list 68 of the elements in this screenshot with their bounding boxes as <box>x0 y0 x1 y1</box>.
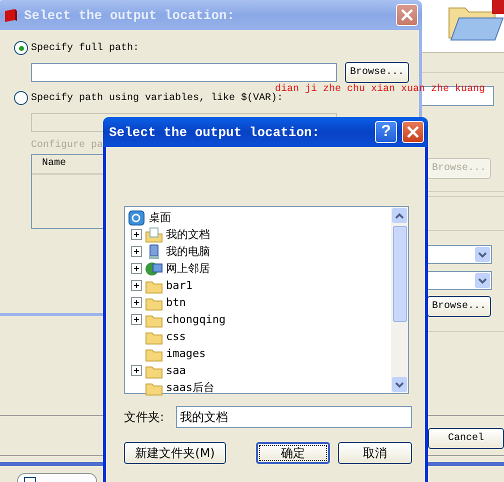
scrollbar[interactable] <box>391 207 408 393</box>
option-label: Specify full path: <box>31 42 140 54</box>
configure-label: Configure pa <box>31 140 104 151</box>
dialog-button[interactable]: 确定 <box>256 442 330 464</box>
expand-button[interactable] <box>131 297 142 308</box>
help-button[interactable]: ? <box>375 121 397 143</box>
expand-button[interactable] <box>131 280 142 291</box>
tree-label: 我的电脑 <box>166 244 210 259</box>
expand-button[interactable] <box>131 229 142 240</box>
browse-button[interactable]: Browse... <box>345 62 409 83</box>
tree-item[interactable]: saas后台 <box>128 379 226 396</box>
tree-item[interactable]: saa <box>128 362 226 379</box>
tree-item[interactable]: bar1 <box>128 277 226 294</box>
tree-item[interactable]: 我的电脑 <box>128 243 226 260</box>
desktop-icon <box>128 210 146 226</box>
documents-icon <box>145 226 163 242</box>
tree-label: btn <box>166 296 186 309</box>
plus-icon <box>132 315 141 324</box>
folder-label: 文件夹: <box>124 408 166 426</box>
tree-item[interactable]: 我的文档 <box>128 226 226 243</box>
plus-icon <box>132 230 141 239</box>
tree-label: chongqing <box>166 313 226 326</box>
tree-label: images <box>166 347 206 360</box>
tree-label: saa <box>166 364 186 377</box>
annotation-text: dian ji zhe chu xian xuan zhe kuang <box>275 84 486 95</box>
plus-icon <box>132 298 141 307</box>
dialog-button[interactable]: 新建文件夹(M) <box>124 442 226 464</box>
window-title: Select the output location: <box>109 124 321 140</box>
chevron-down-icon <box>478 278 487 284</box>
tree-label: bar1 <box>166 279 192 292</box>
expand-button[interactable] <box>131 365 142 376</box>
close-button[interactable] <box>402 121 424 143</box>
radio-button[interactable] <box>14 41 28 55</box>
expand-button[interactable] <box>131 263 142 274</box>
close-icon <box>406 125 420 139</box>
scroll-thumb[interactable] <box>392 226 406 322</box>
folder-field[interactable]: 我的文档 <box>176 406 412 428</box>
dialog-button[interactable]: 取消 <box>338 442 412 464</box>
tree-item[interactable]: 桌面 <box>128 209 226 226</box>
cube-icon <box>3 7 19 23</box>
chevron-down-icon <box>478 252 487 258</box>
radio-button[interactable] <box>14 91 28 105</box>
option-label: Specify path using variables, like $(VAR): <box>31 92 284 104</box>
folder-drawing <box>446 0 504 42</box>
tree-item[interactable]: btn <box>128 294 226 311</box>
browse-button[interactable]: Browse... <box>427 296 491 317</box>
plus-icon <box>132 247 141 256</box>
chevron-down-icon <box>395 382 404 388</box>
chevron-up-icon <box>395 212 404 218</box>
path-field[interactable] <box>31 63 337 82</box>
tree-item[interactable]: css <box>128 328 226 345</box>
plus-icon <box>132 264 141 273</box>
expand-button[interactable] <box>131 246 142 257</box>
network-icon <box>145 260 163 276</box>
tree-item[interactable]: images <box>128 345 226 362</box>
plus-icon <box>132 281 141 290</box>
cancel-button[interactable]: Cancel <box>428 428 504 449</box>
window-title: Select the output location: <box>24 8 236 22</box>
tree-label: css <box>166 330 186 343</box>
tree-item[interactable]: chongqing <box>128 311 226 328</box>
tree-label: 桌面 <box>149 210 171 225</box>
close-icon <box>400 8 414 22</box>
tree-label: 我的文档 <box>166 227 210 242</box>
plus-icon <box>132 366 141 375</box>
tree-label: 网上邻居 <box>166 261 210 276</box>
tree-item[interactable]: 网上邻居 <box>128 260 226 277</box>
expand-button[interactable] <box>131 314 142 325</box>
tree-label: saas后台 <box>166 380 214 395</box>
